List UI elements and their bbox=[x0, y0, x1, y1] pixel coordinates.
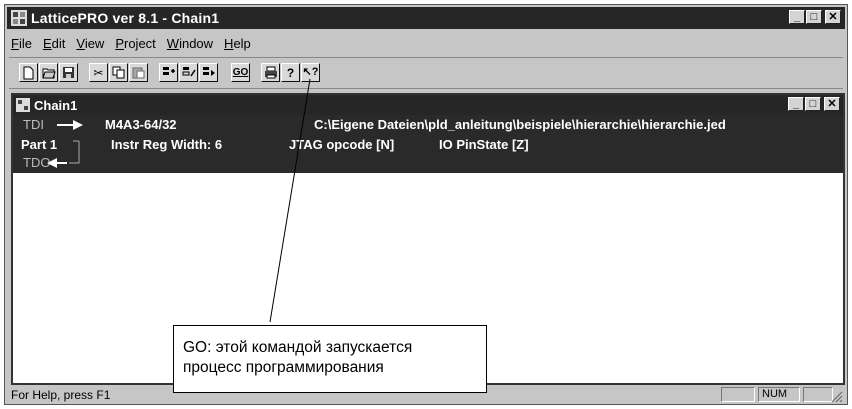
print-button[interactable] bbox=[261, 63, 280, 82]
chain-device-row[interactable]: TDI Part 1 TDO M4A3-64/32 C:\Eigene Date… bbox=[13, 115, 843, 173]
chain-close-button[interactable]: ✕ bbox=[824, 97, 840, 111]
menu-edit[interactable]: Edit bbox=[43, 36, 65, 51]
chain-window-title: Chain1 bbox=[34, 97, 78, 113]
jtag-opcode: JTAG opcode [N] bbox=[289, 137, 395, 152]
part-label: Part 1 bbox=[21, 137, 58, 152]
jed-file-path: C:\Eigene Dateien\pld_anleitung\beispiel… bbox=[314, 117, 726, 132]
printer-icon bbox=[264, 66, 277, 79]
copy-button[interactable] bbox=[109, 63, 128, 82]
menu-window[interactable]: Window bbox=[167, 36, 213, 51]
menu-help[interactable]: Help bbox=[224, 36, 251, 51]
paste-button[interactable] bbox=[129, 63, 148, 82]
status-panel-caps bbox=[721, 387, 755, 402]
close-button[interactable]: ✕ bbox=[825, 10, 841, 24]
go-button[interactable]: GO bbox=[231, 63, 250, 82]
menu-bar: File Edit View Project Window Help bbox=[11, 33, 262, 53]
callout-line-1: GO: этой командой запускается bbox=[183, 339, 413, 356]
window-title: LatticePRO ver 8.1 - Chain1 bbox=[31, 10, 220, 26]
folder-open-icon bbox=[41, 68, 56, 79]
cut-button[interactable]: ✂ bbox=[89, 63, 108, 82]
mdi-client: Chain1 _ □ ✕ TDI Part 1 TDO M4A3-64/32 C… bbox=[11, 93, 845, 393]
new-file-icon bbox=[23, 66, 34, 79]
help-button[interactable]: ? bbox=[281, 63, 300, 82]
tdi-label: TDI bbox=[23, 117, 44, 132]
toolbar: ✂ GO ? ↖? bbox=[9, 57, 843, 89]
callout-line-2: процесс программирования bbox=[183, 359, 384, 376]
save-icon bbox=[63, 67, 74, 78]
device-name: M4A3-64/32 bbox=[105, 117, 177, 132]
copy-icon bbox=[112, 66, 125, 79]
chain-run-button[interactable] bbox=[199, 63, 218, 82]
new-file-button[interactable] bbox=[19, 63, 38, 82]
chain-window-title-bar: Chain1 _ □ ✕ bbox=[13, 95, 843, 115]
main-window: LatticePRO ver 8.1 - Chain1 _ □ ✕ File E… bbox=[4, 4, 848, 405]
menu-file[interactable]: File bbox=[11, 36, 32, 51]
open-file-button[interactable] bbox=[39, 63, 58, 82]
chain-minimize-button[interactable]: _ bbox=[788, 97, 804, 111]
tdo-arrow-icon bbox=[47, 158, 67, 168]
status-bar: For Help, press F1 NUM bbox=[9, 387, 843, 404]
chain-edit-icon bbox=[182, 67, 196, 77]
app-title-bar: LatticePRO ver 8.1 - Chain1 _ □ ✕ bbox=[7, 7, 845, 29]
chain-add-button[interactable] bbox=[159, 63, 178, 82]
resize-grip-icon[interactable] bbox=[829, 389, 843, 403]
menu-project[interactable]: Project bbox=[115, 36, 155, 51]
maximize-button[interactable]: □ bbox=[806, 10, 822, 24]
callout-annotation: GO: этой командой запускается процесс пр… bbox=[173, 325, 487, 393]
io-pinstate: IO PinState [Z] bbox=[439, 137, 529, 152]
chain-window-icon bbox=[16, 98, 30, 112]
chain-maximize-button[interactable]: □ bbox=[805, 97, 821, 111]
pointer-question-icon: ↖? bbox=[302, 66, 319, 78]
minimize-button[interactable]: _ bbox=[789, 10, 805, 24]
paste-icon bbox=[132, 67, 145, 79]
save-button[interactable] bbox=[59, 63, 78, 82]
instr-reg-width: Instr Reg Width: 6 bbox=[111, 137, 223, 152]
chain-edit-button[interactable] bbox=[179, 63, 198, 82]
app-icon bbox=[11, 10, 27, 26]
chain-run-icon bbox=[202, 67, 215, 76]
menu-view[interactable]: View bbox=[76, 36, 104, 51]
status-panel-num: NUM bbox=[758, 387, 800, 402]
chain-add-icon bbox=[162, 67, 175, 75]
question-mark-icon: ? bbox=[286, 65, 295, 80]
scissors-icon: ✂ bbox=[93, 65, 104, 80]
status-help-text: For Help, press F1 bbox=[11, 388, 111, 402]
tdi-arrow-icon bbox=[57, 120, 83, 130]
context-help-button[interactable]: ↖? bbox=[301, 63, 320, 82]
